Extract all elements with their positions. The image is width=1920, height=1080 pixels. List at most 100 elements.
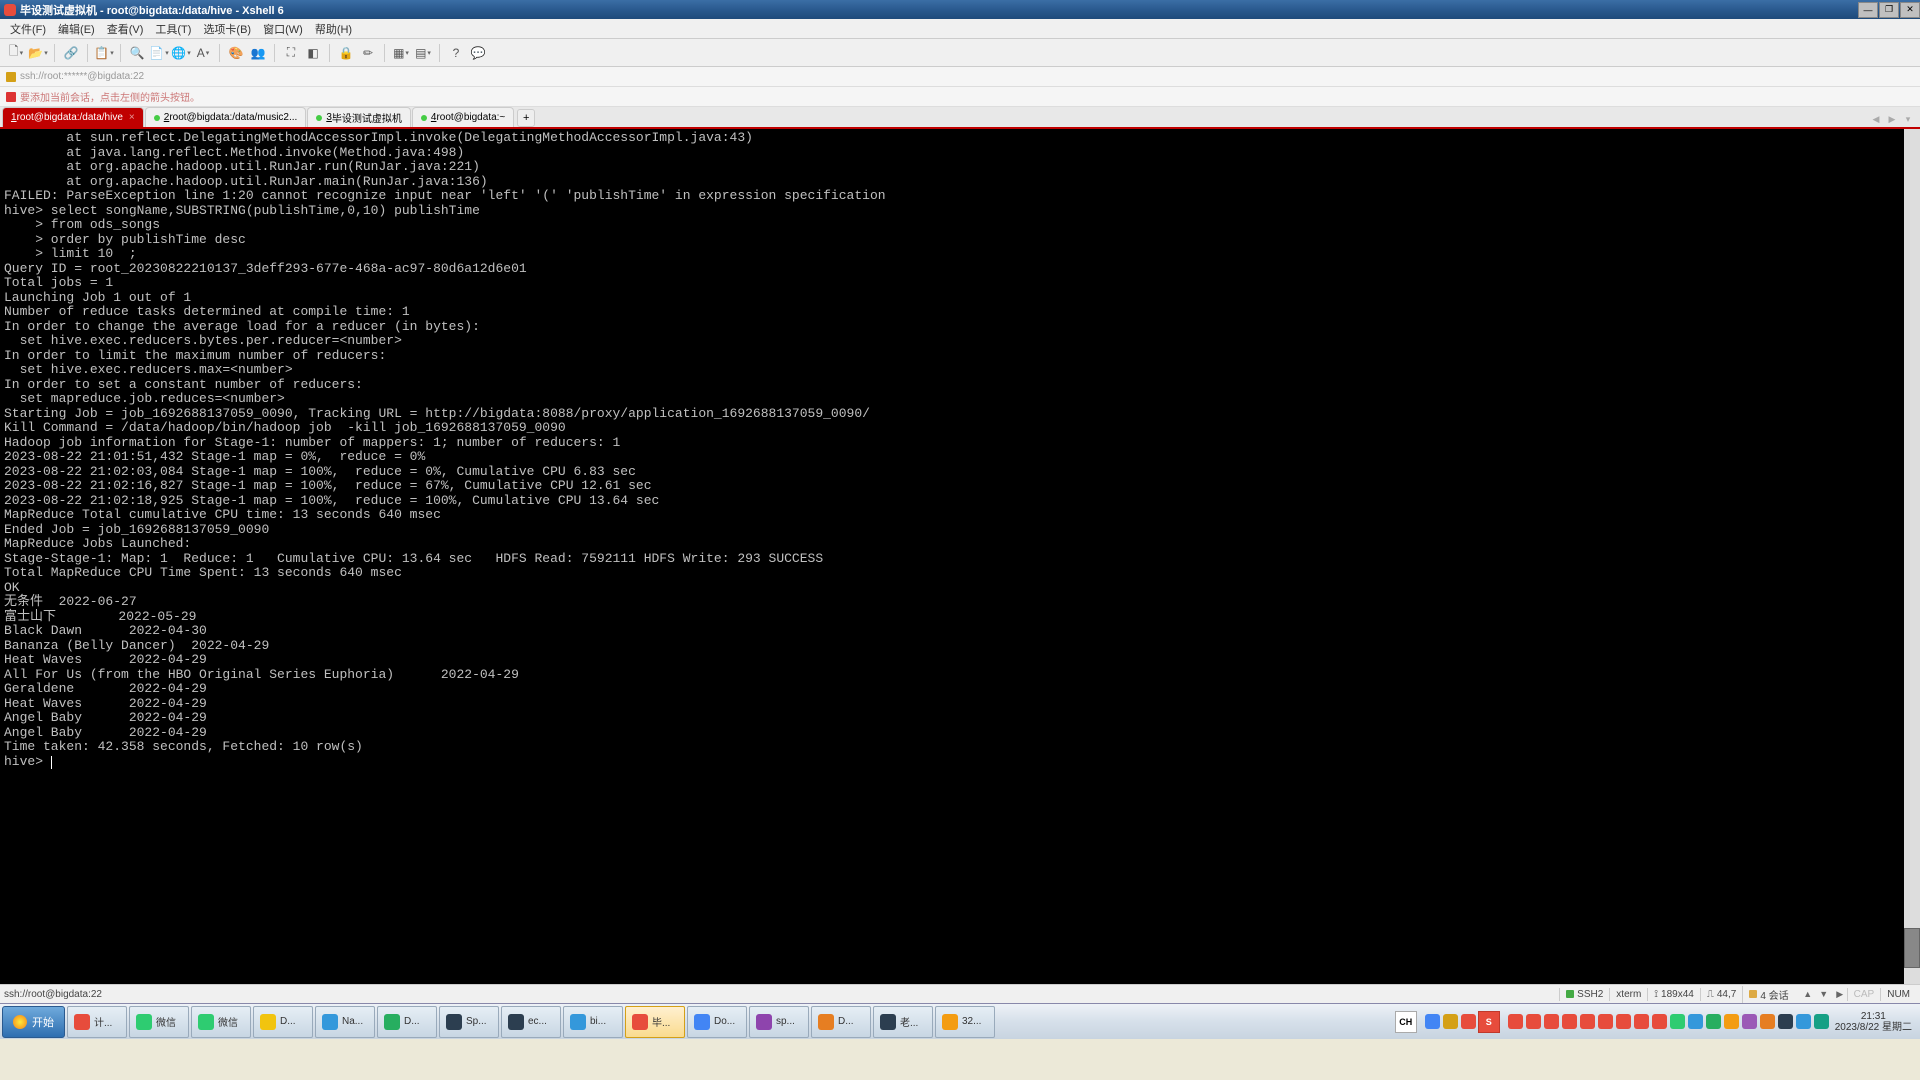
tab-prev-icon[interactable]: ◀ xyxy=(1868,111,1884,127)
pin-icon[interactable] xyxy=(6,92,16,102)
transparent-icon[interactable]: ◧ xyxy=(303,43,323,63)
scrollbar[interactable] xyxy=(1904,129,1920,984)
taskbar-item[interactable]: ec... xyxy=(501,1006,561,1038)
taskbar-item[interactable]: 32... xyxy=(935,1006,995,1038)
tray-icon[interactable] xyxy=(1443,1014,1458,1029)
menu-tabs[interactable]: 选项卡(B) xyxy=(197,19,257,39)
task-label: 微信 xyxy=(156,1014,176,1029)
tab-next-icon[interactable]: ▶ xyxy=(1884,111,1900,127)
session-icon[interactable]: 👥 xyxy=(248,43,268,63)
menu-window[interactable]: 窗口(W) xyxy=(257,19,309,39)
task-label: D... xyxy=(838,1016,854,1027)
status-num: NUM xyxy=(1880,988,1916,1001)
new-tab-button[interactable]: + xyxy=(517,109,535,127)
properties-icon[interactable]: 📄▾ xyxy=(149,43,169,63)
copy-icon[interactable]: 📋▾ xyxy=(94,43,114,63)
taskbar-item[interactable]: bi... xyxy=(563,1006,623,1038)
tab-list-icon[interactable]: ▾ xyxy=(1900,111,1916,127)
tray-icon[interactable] xyxy=(1688,1014,1703,1029)
close-button[interactable]: ✕ xyxy=(1900,2,1920,18)
tab-label: root@bigdata:/data/hive xyxy=(17,112,123,123)
start-button[interactable]: 开始 xyxy=(2,1006,65,1038)
terminal[interactable]: at sun.reflect.DelegatingMethodAccessorI… xyxy=(0,129,1920,984)
ime-button[interactable]: S xyxy=(1478,1011,1500,1033)
taskbar-item[interactable]: Na... xyxy=(315,1006,375,1038)
menu-view[interactable]: 查看(V) xyxy=(101,19,150,39)
tab-label: root@bigdata:~ xyxy=(436,112,505,123)
status-term: xterm xyxy=(1609,988,1647,1001)
font-icon[interactable]: A▾ xyxy=(193,43,213,63)
tray-icon[interactable] xyxy=(1562,1014,1577,1029)
tray-icon[interactable] xyxy=(1461,1014,1476,1029)
taskbar-item[interactable]: 计... xyxy=(67,1006,127,1038)
tray-icon[interactable] xyxy=(1778,1014,1793,1029)
menu-file[interactable]: 文件(F) xyxy=(4,19,52,39)
highlight-icon[interactable]: ✏ xyxy=(358,43,378,63)
session-tab[interactable]: 2 root@bigdata:/data/music2... xyxy=(145,107,307,127)
tray-icon[interactable] xyxy=(1634,1014,1649,1029)
tray-icon[interactable] xyxy=(1598,1014,1613,1029)
taskbar-item[interactable]: D... xyxy=(253,1006,313,1038)
lock-icon[interactable]: 🔒 xyxy=(336,43,356,63)
status-up-icon[interactable]: ▲ xyxy=(1801,987,1815,1001)
tray-icon[interactable] xyxy=(1742,1014,1757,1029)
tile-icon[interactable]: ▦▾ xyxy=(391,43,411,63)
status-down-icon[interactable]: ▼ xyxy=(1817,987,1831,1001)
tray-icon[interactable] xyxy=(1652,1014,1667,1029)
menu-tools[interactable]: 工具(T) xyxy=(149,19,197,39)
app-icon xyxy=(880,1014,896,1030)
session-tab[interactable]: 3 毕设测试虚拟机 xyxy=(307,107,411,127)
taskbar-item[interactable]: 微信 xyxy=(191,1006,251,1038)
new-session-icon[interactable]: 🗋▾ xyxy=(6,43,26,63)
tray-icon[interactable] xyxy=(1616,1014,1631,1029)
fullscreen-icon[interactable]: ⛶ xyxy=(281,43,301,63)
taskbar-item[interactable]: sp... xyxy=(749,1006,809,1038)
help-icon[interactable]: ? xyxy=(446,43,466,63)
taskbar-item[interactable]: 微信 xyxy=(129,1006,189,1038)
taskbar-item[interactable]: 老... xyxy=(873,1006,933,1038)
tray-icon[interactable] xyxy=(1814,1014,1829,1029)
app-icon xyxy=(74,1014,90,1030)
taskbar-item[interactable]: Sp... xyxy=(439,1006,499,1038)
tray-icon[interactable] xyxy=(1796,1014,1811,1029)
address-bar[interactable]: ssh://root:******@bigdata:22 xyxy=(0,67,1920,87)
hint-text: 要添加当前会话，点击左侧的箭头按钮。 xyxy=(20,89,200,104)
reconnect-icon[interactable]: 🔗 xyxy=(61,43,81,63)
app-icon xyxy=(446,1014,462,1030)
minimize-button[interactable]: — xyxy=(1858,2,1878,18)
taskbar-item[interactable]: 毕... xyxy=(625,1006,685,1038)
tray-icon[interactable] xyxy=(1670,1014,1685,1029)
maximize-button[interactable]: ❐ xyxy=(1879,2,1899,18)
clock-time: 21:31 xyxy=(1835,1011,1912,1022)
session-tab[interactable]: 1 root@bigdata:/data/hive× xyxy=(2,107,144,127)
task-label: bi... xyxy=(590,1016,606,1027)
color-icon[interactable]: 🎨 xyxy=(226,43,246,63)
task-label: Do... xyxy=(714,1016,735,1027)
menu-help[interactable]: 帮助(H) xyxy=(309,19,358,39)
session-tab[interactable]: 4 root@bigdata:~ xyxy=(412,107,514,127)
taskbar-item[interactable]: D... xyxy=(377,1006,437,1038)
taskbar-item[interactable]: D... xyxy=(811,1006,871,1038)
menu-edit[interactable]: 编辑(E) xyxy=(52,19,101,39)
tray-icon[interactable] xyxy=(1760,1014,1775,1029)
status-connection: ssh://root@bigdata:22 xyxy=(4,989,1559,1000)
tray-icon[interactable] xyxy=(1724,1014,1739,1029)
cascade-icon[interactable]: ▤▾ xyxy=(413,43,433,63)
task-label: D... xyxy=(404,1016,420,1027)
web-icon[interactable]: 🌐▾ xyxy=(171,43,191,63)
lang-ch[interactable]: CH xyxy=(1395,1011,1417,1033)
search-icon[interactable]: 🔍 xyxy=(127,43,147,63)
tray-icon[interactable] xyxy=(1544,1014,1559,1029)
tray-icon[interactable] xyxy=(1508,1014,1523,1029)
tab-close-icon[interactable]: × xyxy=(129,112,135,123)
taskbar-item[interactable]: Do... xyxy=(687,1006,747,1038)
scroll-thumb[interactable] xyxy=(1904,928,1920,968)
clock[interactable]: 21:31 2023/8/22 星期二 xyxy=(1829,1011,1918,1033)
status-right-icon[interactable]: ▶ xyxy=(1833,987,1847,1001)
tray-icon[interactable] xyxy=(1526,1014,1541,1029)
tray-icon[interactable] xyxy=(1425,1014,1440,1029)
tray-icon[interactable] xyxy=(1580,1014,1595,1029)
open-icon[interactable]: 📂▾ xyxy=(28,43,48,63)
tray-icon[interactable] xyxy=(1706,1014,1721,1029)
chat-icon[interactable]: 💬 xyxy=(468,43,488,63)
